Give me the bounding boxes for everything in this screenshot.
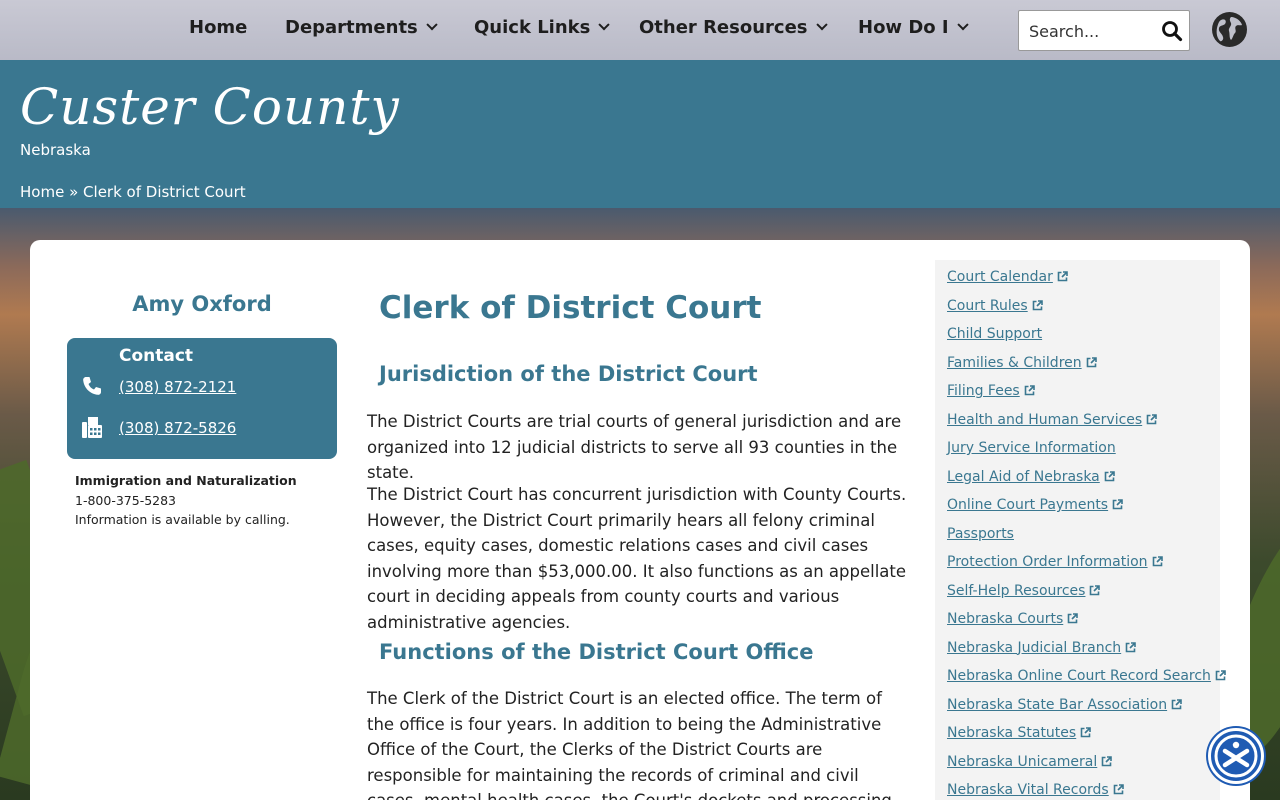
official-name: Amy Oxford	[132, 292, 272, 316]
nav-other-resources-label: Other Resources	[639, 17, 808, 38]
external-link-icon	[1086, 356, 1097, 372]
link-item[interactable]: Nebraska Courts	[947, 611, 1079, 628]
link-label: Protection Order Information	[947, 554, 1148, 570]
link-item[interactable]: Online Court Payments	[947, 497, 1123, 514]
link-label: Health and Human Services	[947, 411, 1143, 428]
link-item[interactable]: Nebraska Statutes	[947, 725, 1092, 742]
nav-quick-links-label: Quick Links	[474, 17, 591, 38]
paragraph-2: The District Court has concurrent jurisd…	[367, 485, 907, 632]
link-label: Passports	[947, 525, 1014, 542]
link-label: Families & Children	[947, 354, 1082, 371]
top-navigation: Home Departments Quick Links Other Resou…	[0, 0, 1280, 60]
chevron-down-icon	[426, 19, 438, 31]
extra-note: Information is available by calling.	[75, 512, 290, 527]
nav-quick-links[interactable]: Quick Links	[474, 17, 611, 38]
link-item[interactable]: Nebraska Vital Records	[947, 782, 1124, 799]
external-link-icon	[1057, 270, 1068, 286]
link-item[interactable]: Families & Children	[947, 355, 1097, 372]
link-item[interactable]: Child Support	[947, 326, 1042, 342]
link-label: Nebraska Online Court Record Search	[947, 668, 1211, 684]
external-link-icon	[1125, 641, 1136, 657]
link-label: Nebraska Vital Records	[947, 782, 1109, 798]
nav-departments[interactable]: Departments	[285, 17, 438, 38]
external-link-icon	[1032, 299, 1043, 315]
extra-phone: 1-800-375-5283	[75, 492, 177, 508]
link-label: Nebraska Unicameral	[947, 753, 1098, 770]
link-label: Jury Service Information	[947, 440, 1116, 456]
contact-phone-link[interactable]: (308) 872-2121	[119, 378, 236, 396]
link-item[interactable]: Court Calendar	[947, 269, 1068, 286]
external-link-icon	[1089, 584, 1101, 600]
link-item[interactable]: Court Rules	[947, 298, 1043, 315]
external-link-icon	[1067, 612, 1079, 628]
nav-home[interactable]: Home	[189, 17, 247, 38]
external-link-icon	[1146, 413, 1157, 429]
link-label: Nebraska Judicial Branch	[947, 639, 1122, 656]
link-label: Nebraska Courts	[947, 611, 1064, 627]
link-label: Nebraska Statutes	[947, 725, 1077, 741]
search-input[interactable]	[1029, 19, 1149, 43]
link-label: Nebraska State Bar Association	[947, 696, 1168, 713]
breadcrumb-separator: »	[69, 183, 79, 201]
link-label: Child Support	[947, 326, 1043, 342]
nav-home-label: Home	[189, 17, 248, 38]
link-item[interactable]: Protection Order Information	[947, 554, 1163, 571]
external-link-icon	[1112, 498, 1123, 514]
link-label: Legal Aid of Nebraska	[947, 468, 1100, 485]
site-subtitle: Nebraska	[20, 141, 91, 159]
external-link-icon	[1080, 726, 1092, 742]
contact-fax-link[interactable]: (308) 872-5826	[119, 419, 236, 437]
external-link-icon	[1104, 470, 1115, 486]
breadcrumb: Home » Clerk of District Court	[20, 183, 246, 201]
contact-fax-row: (308) 872-5826	[81, 416, 321, 442]
page-title: Clerk of District Court	[379, 290, 762, 326]
paragraph-1: The District Courts are trial courts of …	[367, 412, 902, 482]
link-item[interactable]: Health and Human Services	[947, 412, 1157, 429]
site-header: Custer County Nebraska Home » Clerk of D…	[0, 60, 1280, 208]
site-title[interactable]: Custer County	[20, 78, 400, 136]
globe-icon[interactable]	[1211, 11, 1248, 48]
link-item[interactable]: Legal Aid of Nebraska	[947, 469, 1115, 486]
link-label: Self-Help Resources	[947, 582, 1086, 599]
related-links: Court Calendar Court Rules Child Support Fa…	[935, 260, 1226, 800]
link-item[interactable]: Filing Fees	[947, 383, 1035, 400]
link-label: Filing Fees	[947, 383, 1020, 399]
accessibility-icon[interactable]	[1208, 728, 1264, 784]
link-item[interactable]: Passports	[947, 526, 1014, 542]
extra-info: Immigration and Naturalization 1-800-375…	[75, 471, 335, 530]
contact-title: Contact	[119, 346, 194, 366]
section-heading-functions: Functions of the District Court Office	[379, 640, 814, 664]
external-link-icon	[1101, 755, 1113, 771]
chevron-down-icon	[815, 19, 828, 31]
link-label: Court Rules	[947, 297, 1028, 314]
breadcrumb-current: Clerk of District Court	[83, 183, 246, 201]
paragraph-3: The Clerk of the District Court is an el…	[367, 689, 892, 800]
external-link-icon	[1215, 669, 1226, 685]
search-icon[interactable]	[1161, 20, 1183, 42]
link-item[interactable]: Self-Help Resources	[947, 582, 1101, 600]
external-link-icon	[1152, 555, 1163, 571]
link-item[interactable]: Nebraska Judicial Branch	[947, 640, 1136, 657]
link-label: Court Calendar	[947, 269, 1053, 285]
section-heading-jurisdiction: Jurisdiction of the District Court	[379, 362, 758, 386]
contact-box: Contact (308) 872-2121 (308) 872-5826	[67, 338, 337, 459]
nav-how-do-i-label: How Do I	[858, 17, 949, 38]
nav-other-resources[interactable]: Other Resources	[639, 17, 828, 38]
link-item[interactable]: Nebraska Online Court Record Search	[947, 668, 1226, 685]
chevron-down-icon	[598, 19, 611, 31]
link-item[interactable]: Jury Service Information	[947, 440, 1116, 456]
link-label: Online Court Payments	[947, 497, 1109, 513]
external-link-icon	[1113, 783, 1124, 799]
breadcrumb-home[interactable]: Home	[20, 183, 64, 201]
link-item[interactable]: Nebraska State Bar Association	[947, 697, 1182, 714]
nav-departments-label: Departments	[285, 17, 418, 38]
nav-how-do-i[interactable]: How Do I	[858, 17, 969, 38]
extra-heading: Immigration and Naturalization	[75, 473, 297, 488]
external-link-icon	[1024, 384, 1035, 400]
external-link-icon	[1171, 698, 1182, 714]
chevron-down-icon	[956, 19, 969, 31]
search-box	[1018, 10, 1190, 51]
link-item[interactable]: Nebraska Unicameral	[947, 753, 1113, 771]
contact-phone-row: (308) 872-2121	[81, 375, 321, 401]
